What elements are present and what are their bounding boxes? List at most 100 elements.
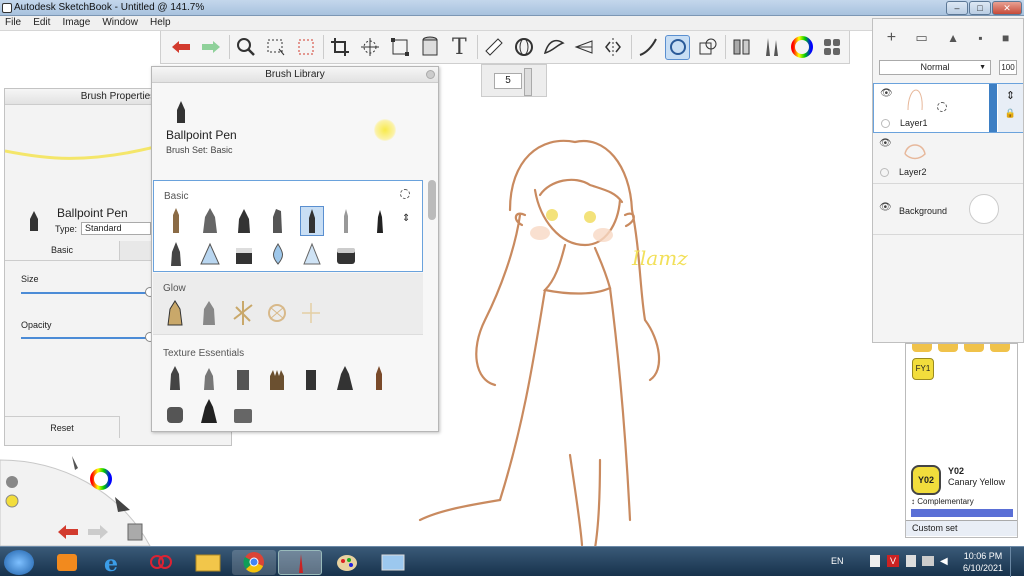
color-swatch[interactable] [990,344,1010,352]
copy-icon[interactable] [127,523,143,541]
brush-soft-eraser-icon[interactable] [233,240,255,268]
brush-ballpoint-icon[interactable] [300,206,324,236]
texture-brush-4-icon[interactable] [266,364,288,392]
layer-opacity[interactable]: 100 [999,60,1017,75]
show-desktop-button[interactable] [1010,547,1024,577]
volume-icon[interactable]: ◀ [940,556,948,567]
color-wheel-icon[interactable] [90,468,112,490]
brush-marker-icon[interactable] [267,207,289,235]
texture-brush-8-icon[interactable] [164,397,186,425]
bucket-icon[interactable] [417,35,442,60]
panel-close-icon[interactable] [426,70,435,79]
brush-palette-icon[interactable] [760,35,785,60]
brush-icon[interactable] [72,456,78,470]
start-button[interactable] [4,550,34,575]
symmetry-icon[interactable] [601,35,626,60]
texture-brush-9-icon[interactable] [198,397,220,425]
taskbar-ie-icon[interactable]: e [92,550,136,577]
maximize-button[interactable]: □ [969,1,991,15]
sort-icon[interactable]: ⇕ [402,213,410,224]
glow-brush-1-icon[interactable] [164,299,186,327]
ellipse-guide-icon[interactable] [512,35,537,60]
brush-tip-icon[interactable] [6,476,18,488]
current-color-swatch[interactable]: Y02 [911,465,941,495]
copic-icon[interactable] [730,35,755,60]
zoom-icon[interactable] [234,35,259,60]
brush-size-slider[interactable] [524,68,532,96]
antivirus-icon[interactable]: V [887,555,899,567]
color-swatch[interactable] [912,344,932,352]
perspective-guide-icon[interactable] [571,35,596,60]
clear-layer-icon[interactable]: ▪ [978,31,982,45]
texture-brush-3-icon[interactable] [232,364,254,392]
menu-edit[interactable]: Edit [28,16,54,28]
layer-row-background[interactable]: 👁 Background [873,185,1023,235]
eye-icon[interactable]: 👁 [880,88,893,99]
brush-hard-eraser-icon[interactable] [199,240,221,268]
glow-brush-5-icon[interactable] [300,299,322,327]
taskbar-paint-icon[interactable] [325,550,369,575]
brush-pencil-icon[interactable] [165,207,187,235]
brush-smear-icon[interactable] [301,240,323,268]
text-icon[interactable]: T [447,35,472,60]
brush-size-value[interactable]: 5 [494,73,522,89]
undo-icon[interactable] [169,35,194,60]
layer-row-layer2[interactable]: 👁 Layer2 [873,134,1023,184]
select-icon[interactable] [263,35,288,60]
ruler-icon[interactable] [482,35,507,60]
redo-icon[interactable] [199,35,224,60]
minimize-button[interactable]: – [946,1,968,15]
folder-icon[interactable]: ▭ [915,30,927,46]
color-wheel-icon[interactable] [790,35,815,60]
layers-icon[interactable] [819,35,844,60]
texture-brush-2-icon[interactable] [198,364,220,392]
texture-brush-7-icon[interactable] [368,364,390,392]
transform-icon[interactable] [293,35,318,60]
opacity-slider[interactable] [21,337,151,339]
background-color-swatch[interactable] [969,194,999,224]
clock-date[interactable]: 6/10/2021 [962,563,1004,573]
custom-set-tab[interactable]: Custom set [906,520,1017,536]
eye-icon[interactable]: 👁 [879,202,892,213]
menu-window[interactable]: Window [97,16,142,28]
complementary-bar[interactable] [911,509,1013,517]
image-layer-icon[interactable]: ▲ [947,31,959,45]
complementary-label[interactable]: ↕ Complementary [911,497,974,506]
taskbar-explorer-icon[interactable] [186,550,230,575]
brush-airbrush-icon[interactable] [233,207,255,235]
crop-icon[interactable] [328,35,353,60]
brush-ink-icon[interactable] [369,207,391,235]
add-layer-icon[interactable]: + [887,29,896,47]
blend-mode-dropdown[interactable]: Normal ▼ [879,60,991,75]
menu-file[interactable]: File [0,16,25,28]
color-swatch[interactable] [938,344,958,352]
glow-brush-4-icon[interactable] [266,299,288,327]
layer-row-layer1[interactable]: 👁 Layer1 ⇕ 🔒 [873,83,1023,133]
sort-icon[interactable]: ⇕ [998,84,1023,108]
stroke-icon[interactable] [636,35,661,60]
texture-brush-5-icon[interactable] [300,364,322,392]
swatch-fy1[interactable]: FY1 [912,358,934,380]
network-icon[interactable] [922,556,934,566]
texture-brush-6-icon[interactable] [334,364,356,392]
perspective-icon[interactable] [387,35,412,60]
tray-icon[interactable] [870,555,880,567]
layer-opacity-bar[interactable] [989,84,997,132]
brush-blur-icon[interactable] [267,240,289,268]
type-dropdown[interactable]: Standard [81,222,151,235]
lock-toggle[interactable] [881,119,890,128]
taskbar-remote-icon[interactable] [371,550,415,575]
layer-options[interactable]: ⇕ 🔒 [998,84,1023,132]
reset-button[interactable]: Reset [5,416,120,438]
clock-time[interactable]: 10:06 PM [962,551,1004,561]
brush-paint-icon[interactable] [335,207,357,235]
flag-icon[interactable] [906,555,916,567]
glow-brush-2-icon[interactable] [198,299,220,327]
color-swatch[interactable] [964,344,984,352]
tab-basic[interactable]: Basic [5,241,120,260]
menu-image[interactable]: Image [57,16,94,28]
language-indicator[interactable]: EN [831,556,844,566]
taskbar-chrome-icon[interactable] [232,550,276,575]
glow-brush-3-icon[interactable] [232,299,254,327]
canvas-drawing[interactable]: Ilamz [400,120,800,550]
